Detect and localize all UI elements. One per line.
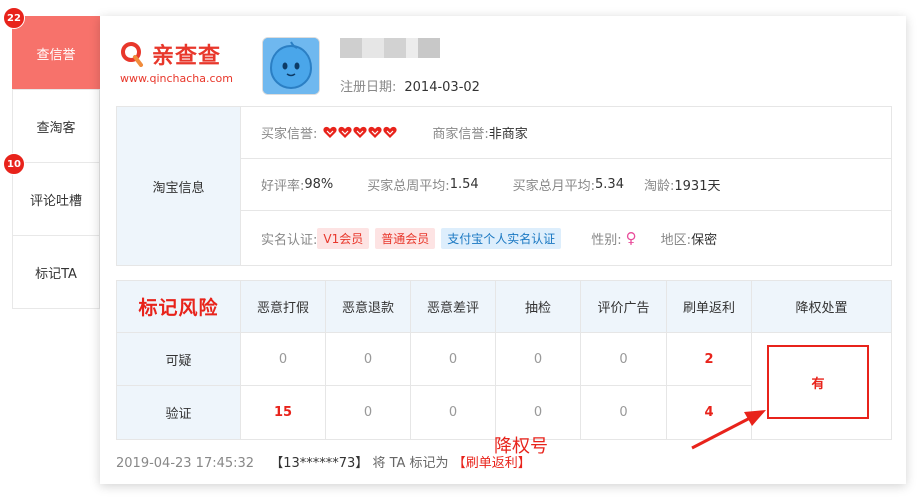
credit-panel: 亲查查 www.qinchacha.com 注册日期: 2014-03-02 淘宝… (100, 16, 906, 484)
taobao-info-table: 淘宝信息 买家信誉: 商家信誉: 非商家 好评率: 98% 买家总周平均: 1.… (116, 106, 892, 266)
record-time: 2019-04-23 17:45:32 (116, 456, 255, 471)
record-tag: 【刷单返利】 (452, 456, 531, 471)
row-label: 可疑 (117, 333, 241, 386)
risk-title-cell: 标记风险 (117, 281, 241, 333)
sidebar-item-check-credit[interactable]: 22 查信誉 (3, 7, 100, 89)
logo: 亲查查 www.qinchacha.com (120, 38, 250, 98)
heart-icon (368, 126, 382, 138)
risk-value: 15 (241, 386, 326, 439)
heart-icon (323, 126, 337, 138)
annotation-text: 降权号 (494, 436, 548, 457)
mascot-avatar-icon (263, 38, 319, 94)
avatar (262, 37, 320, 95)
column-header: 降权处置 (752, 281, 891, 333)
sidebar-item-label: 查信誉 (36, 47, 76, 63)
penalty-value: 有 (811, 376, 825, 392)
buyer-credit-hearts (323, 126, 398, 139)
logo-name: 亲查查 (152, 44, 222, 69)
risk-value: 4 (667, 386, 752, 439)
risk-table: 标记风险 恶意打假 恶意退款 恶意差评 抽检 评价广告 刷单返利 降权处置 可疑… (116, 280, 892, 440)
sidebar-item-comments[interactable]: 10 评论吐槽 (3, 153, 100, 235)
sidebar-item-check-taoke[interactable]: 查淘客 (12, 89, 100, 162)
risk-value: 0 (411, 386, 496, 439)
column-header: 评价广告 (581, 281, 667, 333)
logo-url: www.qinchacha.com (120, 72, 233, 85)
penalty-value-box: 有 (767, 345, 869, 419)
risk-value: 0 (326, 333, 411, 386)
heart-icon (383, 126, 397, 138)
sidebar-item-label: 评论吐槽 (29, 193, 82, 209)
notification-badge: 22 (3, 7, 25, 29)
stats-row: 好评率: 98% 买家总周平均: 1.54 买家总月平均: 5.34 淘龄: 1… (241, 159, 891, 211)
heart-icon (338, 126, 352, 138)
risk-title: 标记风险 (138, 297, 219, 319)
risk-value: 0 (581, 386, 667, 439)
risk-value: 0 (411, 333, 496, 386)
risk-value: 2 (667, 333, 752, 386)
risk-value: 0 (496, 333, 581, 386)
column-header: 恶意打假 (241, 281, 326, 333)
verify-tag: V1会员 (317, 227, 370, 249)
sidebar-item-label: 查淘客 (36, 120, 76, 136)
risk-value: 0 (326, 386, 411, 439)
sidebar-item-label: 标记TA (35, 266, 77, 282)
column-header: 抽检 (496, 281, 581, 333)
heart-icon (353, 126, 367, 138)
record-text: 将 TA 标记为 (372, 456, 449, 471)
sidebar-item-mark[interactable]: 标记TA (12, 235, 100, 309)
column-header: 恶意差评 (411, 281, 496, 333)
verify-tag: 普通会员 (375, 227, 436, 249)
row-label: 验证 (117, 386, 241, 439)
female-icon: ♀ (625, 229, 637, 247)
risk-value: 0 (241, 333, 326, 386)
info-section-label: 淘宝信息 (117, 107, 241, 265)
record-user: 【13******73】 (270, 456, 369, 471)
credit-row: 买家信誉: 商家信誉: 非商家 (241, 107, 891, 159)
column-header: 恶意退款 (326, 281, 411, 333)
verify-tag: 支付宝个人实名认证 (441, 227, 562, 249)
column-header: 刷单返利 (667, 281, 752, 333)
registration-date: 注册日期: 2014-03-02 (340, 80, 480, 95)
sidebar: 22 查信誉 查淘客 10 评论吐槽 标记TA (3, 7, 100, 309)
username-redacted (340, 38, 440, 58)
verify-row: 实名认证: V1会员 普通会员 支付宝个人实名认证 性别: ♀ 地区: 保密 (261, 227, 718, 249)
mark-record: 2019-04-23 17:45:32 【13******73】 将 TA 标记… (116, 452, 531, 471)
risk-value: 0 (581, 333, 667, 386)
magnifier-logo-icon (121, 42, 143, 67)
notification-badge: 10 (3, 153, 25, 175)
